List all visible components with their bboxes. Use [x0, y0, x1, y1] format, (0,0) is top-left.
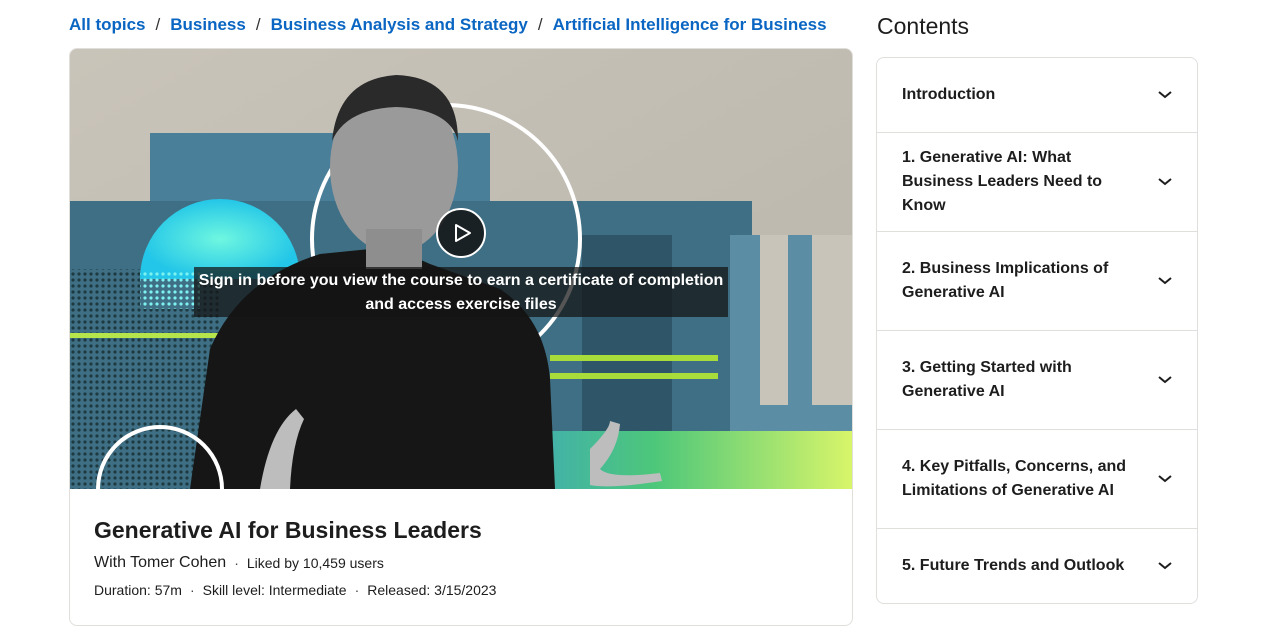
meta-separator: ·	[234, 555, 239, 571]
chevron-down-icon	[1157, 87, 1173, 103]
section-label: 2. Business Implications of Generative A…	[902, 260, 1109, 301]
course-release-date: Released: 3/15/2023	[367, 582, 497, 598]
course-meta-secondary: Duration: 57m · Skill level: Intermediat…	[94, 582, 828, 598]
play-button[interactable]	[436, 208, 486, 258]
instructor-name: With Tomer Cohen	[94, 554, 227, 571]
breadcrumb-ai-for-business[interactable]: Artificial Intelligence for Business	[553, 15, 827, 35]
play-icon	[455, 224, 471, 242]
likes-count: Liked by 10,459 users	[246, 555, 384, 571]
course-info: Generative AI for Business Leaders With …	[70, 489, 852, 598]
breadcrumb-separator: /	[537, 15, 543, 34]
breadcrumb-separator: /	[155, 15, 161, 34]
section-label: 5. Future Trends and Outlook	[902, 557, 1125, 574]
section-4[interactable]: 4. Key Pitfalls, Concerns, and Limitatio…	[877, 430, 1197, 529]
contents-panel: Introduction 1. Generative AI: What Busi…	[876, 57, 1198, 604]
section-label: Introduction	[902, 86, 996, 103]
section-1[interactable]: 1. Generative AI: What Business Leaders …	[877, 133, 1197, 232]
chevron-down-icon	[1157, 471, 1173, 487]
breadcrumb-business[interactable]: Business	[170, 15, 246, 35]
course-duration: Duration: 57m	[94, 582, 182, 598]
section-label: 1. Generative AI: What Business Leaders …	[902, 149, 1103, 214]
section-introduction[interactable]: Introduction	[877, 58, 1197, 133]
sign-in-overlay: Sign in before you view the course to ea…	[194, 267, 728, 317]
section-3[interactable]: 3. Getting Started with Generative AI	[877, 331, 1197, 430]
section-label: 4. Key Pitfalls, Concerns, and Limitatio…	[902, 458, 1127, 499]
breadcrumb-all-topics[interactable]: All topics	[69, 15, 146, 35]
contents-heading: Contents	[877, 13, 970, 39]
course-meta-primary: With Tomer Cohen · Liked by 10,459 users	[94, 554, 828, 572]
breadcrumb-separator: /	[255, 15, 261, 34]
section-label: 3. Getting Started with Generative AI	[902, 359, 1072, 400]
meta-separator: ·	[354, 582, 360, 598]
sign-in-overlay-line1: Sign in before you view the course to ea…	[198, 272, 724, 289]
course-card: Sign in before you view the course to ea…	[69, 48, 853, 626]
meta-separator: ·	[189, 582, 195, 598]
breadcrumb: All topics / Business / Business Analysi…	[69, 14, 827, 36]
breadcrumb-business-analysis[interactable]: Business Analysis and Strategy	[271, 15, 528, 35]
course-title: Generative AI for Business Leaders	[94, 517, 482, 543]
chevron-down-icon	[1157, 273, 1173, 289]
section-5[interactable]: 5. Future Trends and Outlook	[877, 529, 1197, 603]
chevron-down-icon	[1157, 372, 1173, 388]
chevron-down-icon	[1157, 558, 1173, 574]
section-2[interactable]: 2. Business Implications of Generative A…	[877, 232, 1197, 331]
video-player[interactable]: Sign in before you view the course to ea…	[70, 49, 852, 489]
chevron-down-icon	[1157, 174, 1173, 190]
sign-in-overlay-line2: and access exercise files	[365, 296, 557, 313]
course-skill-level: Skill level: Intermediate	[202, 582, 347, 598]
